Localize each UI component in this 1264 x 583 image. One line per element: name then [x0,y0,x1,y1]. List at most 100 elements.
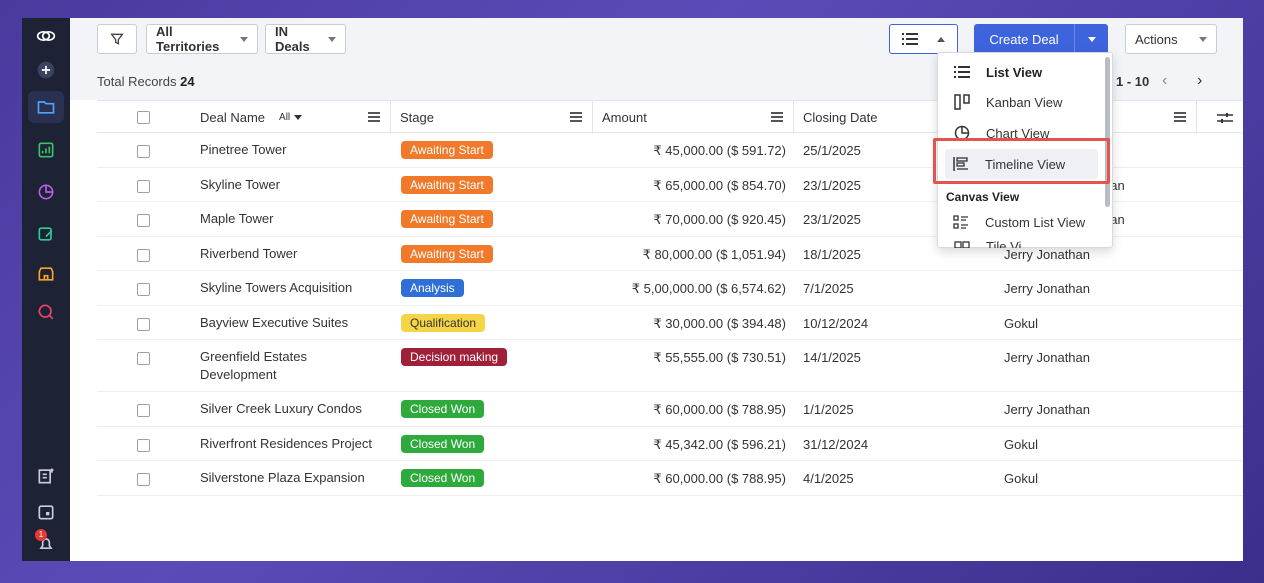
left-nav-rail: 1 [22,18,70,561]
pie-chart-icon[interactable] [28,176,64,208]
deal-name[interactable]: Maple Tower [200,210,273,228]
actions-button[interactable]: Actions [1125,24,1217,54]
tile-view-icon [954,241,970,248]
column-stage-label: Stage [400,110,434,125]
create-deal-dropdown[interactable] [1074,24,1108,54]
menu-item-label: Timeline View [985,156,1066,172]
list-view-icon [954,66,970,78]
deal-name[interactable]: Pinetree Tower [200,141,286,159]
select-all-checkbox[interactable] [137,111,150,124]
table-row[interactable]: Riverfront Residences Project Closed Won ₹… [97,427,1243,461]
table-row[interactable]: Silverstone Plaza Expansion Closed Won ₹ 6… [97,461,1243,496]
deal-name[interactable]: Greenfield Estates [200,348,307,366]
menu-item-tile-view-partial[interactable]: Tile Vi [938,240,1104,248]
owner-value: Jerry Jonathan [1004,281,1090,296]
total-records-count: 24 [180,74,195,89]
column-amount[interactable]: Amount [593,101,794,134]
table-row[interactable]: Silver Creek Luxury Condos Closed Won ₹ 60… [97,392,1243,427]
stage-badge: Awaiting Start [401,210,493,228]
column-menu-icon[interactable] [570,112,582,122]
menu-item-label: Custom List View [985,214,1086,230]
chevron-down-icon [240,36,248,42]
stage-badge: Awaiting Start [401,141,493,159]
edit-document-icon[interactable] [28,218,64,250]
row-checkbox[interactable] [137,318,150,331]
territory-select[interactable]: All Territories [146,24,258,54]
deal-filter-label[interactable]: All [279,112,290,123]
amount-value: ₹ 80,000.00 ($ 1,051.94) [642,247,786,262]
deal-name[interactable]: Skyline Tower [200,176,280,194]
column-menu-icon[interactable] [1174,112,1186,122]
create-deal-label: Create Deal [989,31,1059,47]
closing-date-value: 25/1/2025 [803,143,861,158]
chevron-down-icon [1199,36,1207,42]
row-checkbox[interactable] [137,180,150,193]
custom-list-icon [953,215,968,229]
column-settings[interactable] [1207,101,1243,134]
menu-item-label: Kanban View [986,94,1063,110]
list-view-icon [902,33,918,45]
row-checkbox[interactable] [137,249,150,262]
view-switcher-button[interactable] [889,24,958,54]
menu-item-kanban-view[interactable]: Kanban View [938,87,1106,117]
column-amount-label: Amount [602,110,647,125]
search-analytics-icon[interactable] [28,296,64,328]
row-checkbox[interactable] [137,404,150,417]
folder-icon[interactable] [28,91,64,123]
new-note-icon[interactable] [28,460,64,492]
stage-badge: Closed Won [401,469,485,487]
app-logo-icon[interactable] [28,20,64,52]
deal-name[interactable]: Bayview Executive Suites [200,314,348,332]
closing-date-value: 18/1/2025 [803,247,861,262]
timeline-icon [953,157,968,171]
amount-value: ₹ 55,555.00 ($ 730.51) [653,350,786,365]
analytics-icon[interactable] [28,134,64,166]
closing-date-value: 4/1/2025 [803,471,854,486]
amount-value: ₹ 65,000.00 ($ 854.70) [653,178,786,193]
row-checkbox[interactable] [137,283,150,296]
stage-badge: Awaiting Start [401,245,493,263]
actions-label: Actions [1135,31,1178,47]
row-checkbox[interactable] [137,473,150,486]
settings-sliders-icon [1217,112,1233,123]
calendar-icon[interactable] [28,496,64,528]
menu-item-custom-list-view[interactable]: Custom List View [937,207,1105,237]
deal-name-line2[interactable]: Development [200,366,277,384]
column-menu-icon[interactable] [771,112,783,122]
table-row[interactable]: Skyline Towers Acquisition Analysis ₹ 5,00… [97,271,1243,306]
column-stage[interactable]: Stage [391,101,593,134]
owner-value: Jerry Jonathan [1004,247,1090,262]
column-deal-name-label: Deal Name [200,110,266,125]
marketplace-icon[interactable] [28,258,64,290]
create-deal-button[interactable]: Create Deal [974,24,1108,54]
closing-date-value: 10/12/2024 [803,316,869,331]
filter-button[interactable] [97,24,137,54]
deal-name[interactable]: Silverstone Plaza Expansion [200,469,365,487]
row-checkbox[interactable] [137,352,150,365]
deal-name[interactable]: Riverfront Residences Project [200,435,372,453]
closing-date-value: 23/1/2025 [803,212,861,227]
deal-name[interactable]: Silver Creek Luxury Condos [200,400,362,418]
deal-name[interactable]: Riverbend Tower [200,245,297,263]
menu-item-list-view[interactable]: List View [938,57,1106,87]
table-row[interactable]: Bayview Executive Suites Qualification ₹ 3… [97,306,1243,340]
row-checkbox[interactable] [137,214,150,227]
prev-page-icon[interactable]: ‹ [1162,72,1167,90]
table-row[interactable]: Greenfield Estates Development Decision ma… [97,340,1243,392]
add-icon[interactable] [28,54,64,86]
column-deal-name[interactable]: Deal Name All [197,101,391,134]
main-content: All Territories IN Deals Create Deal Act… [70,18,1243,561]
closing-date-value: 23/1/2025 [803,178,861,193]
timeline-view-row[interactable]: Timeline View [937,149,1105,179]
chevron-down-icon [1087,36,1096,42]
amount-value: ₹ 45,000.00 ($ 591.72) [653,143,786,158]
territory-label: All Territories [156,24,220,54]
next-page-icon[interactable]: › [1197,72,1202,90]
deal-name[interactable]: Skyline Towers Acquisition [200,279,352,297]
column-menu-icon[interactable] [368,112,380,122]
deals-filter-select[interactable]: IN Deals [265,24,346,54]
row-checkbox[interactable] [137,439,150,452]
chevron-up-icon [937,36,945,42]
row-checkbox[interactable] [137,145,150,158]
amount-value: ₹ 60,000.00 ($ 788.95) [653,471,786,486]
